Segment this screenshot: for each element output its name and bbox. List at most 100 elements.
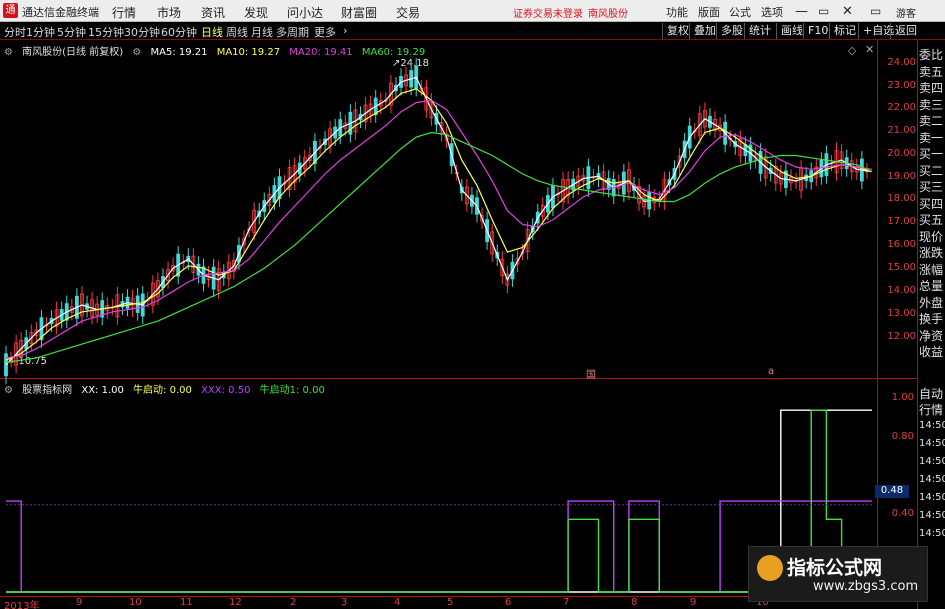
period-5min[interactable]: 5分钟 (57, 24, 86, 40)
candle-body (100, 300, 105, 318)
chart-close-icon[interactable]: ✕ (865, 43, 874, 56)
candle-body (849, 160, 854, 173)
minimize-icon[interactable]: — (795, 4, 808, 19)
period-more[interactable]: 更多 (314, 24, 336, 40)
period-monthly[interactable]: 月线 (251, 24, 273, 40)
candle-body (49, 317, 54, 325)
event-marker[interactable]: 国 (586, 366, 596, 381)
side-buy3[interactable]: 买三 (919, 180, 943, 194)
price-series-ma20 (5, 99, 873, 359)
restore-icon[interactable]: ▭ (870, 4, 881, 18)
price-tick: 13.00 (887, 308, 916, 319)
candle-body (287, 167, 292, 190)
candle-body (551, 185, 555, 209)
period-1min[interactable]: 1分钟 (26, 24, 55, 40)
candle-body (24, 337, 29, 350)
candle-body (196, 263, 201, 276)
candle-body (515, 258, 520, 265)
ma5-label: MA5: 19.21 (150, 47, 208, 58)
event-marker-2[interactable]: a (768, 366, 774, 377)
price-tick: 20.00 (887, 148, 916, 159)
settings-icon-3[interactable]: ⚙ (4, 385, 13, 396)
side-buy5[interactable]: 买五 (919, 213, 943, 227)
side-auto[interactable]: 自动 (919, 385, 943, 402)
side-pct[interactable]: 涨幅 (919, 263, 943, 277)
period-30min[interactable]: 30分钟 (124, 24, 160, 40)
biaoji-button[interactable]: 标记 (829, 23, 860, 39)
period-weekly[interactable]: 周线 (226, 24, 248, 40)
candle-body (561, 179, 565, 203)
close-icon[interactable]: ✕ (842, 4, 853, 19)
side-buy1[interactable]: 买一 (919, 147, 943, 161)
candle-body (181, 261, 186, 264)
candle-body (338, 119, 343, 137)
menu-gongshi[interactable]: 公式 (729, 4, 751, 20)
menu-faxian[interactable]: 发现 (244, 4, 268, 21)
candle-body (419, 87, 424, 90)
side-earnings[interactable]: 收益 (919, 345, 943, 359)
settings-icon[interactable]: ⚙ (4, 47, 13, 58)
side-price[interactable]: 现价 (919, 230, 943, 244)
candle-body (834, 150, 839, 174)
side-outer[interactable]: 外盘 (919, 296, 943, 310)
candle-body (687, 125, 692, 149)
period-fenshi[interactable]: 分时 (4, 24, 26, 40)
settings-icon-2[interactable]: ⚙ (132, 47, 141, 58)
stock-title: 南风股份(日线 前复权) (22, 47, 124, 58)
period-more-arrow-icon[interactable]: › (343, 24, 347, 37)
candle-body (662, 179, 667, 203)
candle-body (297, 162, 302, 175)
side-hangqing[interactable]: 行情 (919, 401, 943, 418)
candle-body (789, 176, 793, 184)
side-sell3[interactable]: 卖三 (919, 98, 943, 112)
menu-jiaoyi[interactable]: 交易 (396, 4, 420, 21)
back-button[interactable]: 返回 (890, 23, 921, 39)
side-sell2[interactable]: 卖二 (919, 114, 943, 128)
candle-body (302, 157, 307, 170)
side-change[interactable]: 涨跌 (919, 246, 943, 260)
menu-wenxiaoda[interactable]: 问小达 (287, 4, 323, 21)
guest-label[interactable]: 游客 (896, 5, 916, 20)
side-buy4[interactable]: 买四 (919, 197, 943, 211)
candle-body (632, 184, 636, 191)
side-sell5[interactable]: 卖五 (919, 65, 943, 79)
duogu-button[interactable]: 多股 (716, 23, 747, 39)
side-volume[interactable]: 总量 (919, 279, 943, 293)
side-sell4[interactable]: 卖四 (919, 81, 943, 95)
candle-body (495, 252, 500, 259)
side-turnover[interactable]: 换手 (919, 312, 943, 326)
period-15min[interactable]: 15分钟 (88, 24, 124, 40)
menu-banmian[interactable]: 版面 (698, 4, 720, 20)
maximize-icon[interactable]: ▭ (818, 4, 829, 18)
menu-shichang[interactable]: 市场 (157, 4, 181, 21)
login-alert[interactable]: 证券交易未登录 (513, 5, 583, 20)
side-time: 14:50 (919, 420, 945, 431)
f10-button[interactable]: F10 (803, 23, 832, 39)
candle-body (510, 261, 515, 280)
side-buy2[interactable]: 买二 (919, 164, 943, 178)
period-multi[interactable]: 多周期 (276, 24, 309, 40)
candle-body (500, 258, 505, 277)
menu-zixun[interactable]: 资讯 (201, 4, 225, 21)
side-weibi[interactable]: 委比 (919, 48, 943, 62)
chart-options-icon[interactable]: ◇ (848, 44, 856, 57)
time-tick: 9 (76, 597, 83, 608)
candle-body (672, 167, 677, 180)
candle-body (221, 271, 226, 279)
menu-gongneng[interactable]: 功能 (666, 4, 688, 20)
candle-body (54, 309, 59, 327)
period-60min[interactable]: 60分钟 (161, 24, 197, 40)
candle-body (242, 238, 246, 245)
side-sell1[interactable]: 卖一 (919, 131, 943, 145)
watermark-title: 指标公式网 (787, 557, 883, 579)
menu-hangqing[interactable]: 行情 (112, 4, 136, 21)
menu-xuanxiang[interactable]: 选项 (761, 4, 783, 20)
indicator-title: 股票指标网 (22, 385, 73, 396)
period-daily[interactable]: 日线 (201, 24, 223, 40)
price-tick: 21.00 (887, 125, 916, 136)
tongji-button[interactable]: 统计 (744, 23, 775, 39)
watermark-url: www.zbgs3.com (813, 579, 919, 594)
candle-body (611, 179, 616, 197)
menu-caifuquan[interactable]: 财富圈 (341, 4, 377, 21)
side-netassets[interactable]: 净资 (919, 329, 943, 343)
